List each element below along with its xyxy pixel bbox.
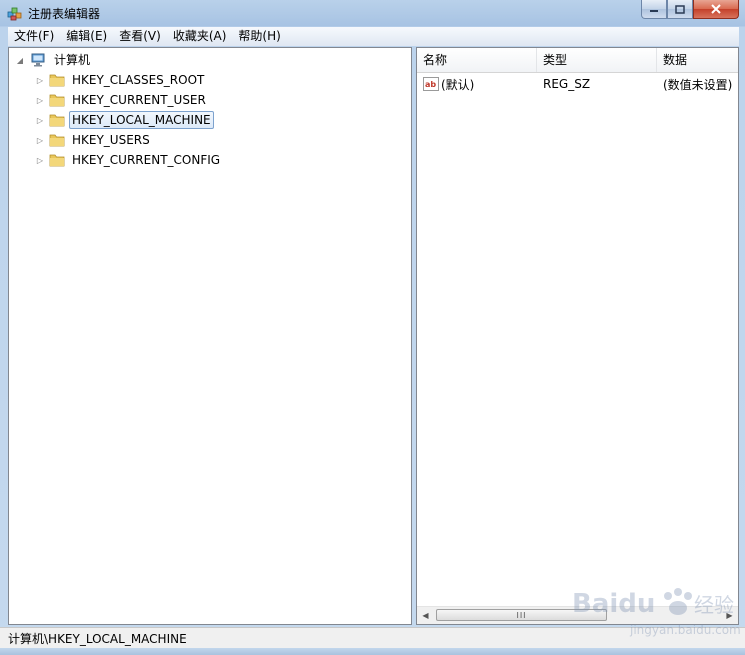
scroll-left-arrow-icon[interactable]: ◀ bbox=[417, 607, 434, 624]
value-type: REG_SZ bbox=[543, 77, 591, 91]
close-icon bbox=[711, 4, 721, 14]
tree-item[interactable]: ▷ HKEY_CLASSES_ROOT bbox=[35, 70, 207, 90]
title-bar[interactable]: 注册表编辑器 bbox=[0, 0, 745, 26]
tree-item-selected[interactable]: ▷ HKEY_LOCAL_MACHINE bbox=[35, 110, 214, 130]
value-data: (数值未设置) bbox=[663, 77, 733, 92]
menu-help[interactable]: 帮助(H) bbox=[232, 27, 286, 46]
value-name: (默认) bbox=[441, 77, 475, 92]
column-header-name[interactable]: 名称 bbox=[417, 48, 537, 72]
tree-item-label[interactable]: HKEY_USERS bbox=[69, 131, 153, 149]
expand-arrow-icon[interactable]: ▷ bbox=[35, 135, 45, 145]
registry-editor-window: 注册表编辑器 文件(F) 编辑(E) 查看(V) 收藏夹(A) 帮助(H) ◢ bbox=[0, 0, 745, 655]
column-header-type[interactable]: 类型 bbox=[537, 48, 657, 72]
folder-icon bbox=[49, 133, 65, 147]
expand-arrow-icon[interactable]: ▷ bbox=[35, 115, 45, 125]
expand-arrow-icon[interactable]: ▷ bbox=[35, 95, 45, 105]
status-path: 计算机\HKEY_LOCAL_MACHINE bbox=[8, 632, 187, 646]
collapse-arrow-icon[interactable]: ◢ bbox=[15, 55, 25, 65]
baidu-watermark: Baidu 经验 jingyan.baidu.com bbox=[570, 582, 741, 642]
caption-buttons bbox=[641, 0, 739, 20]
watermark-url: jingyan.baidu.com bbox=[629, 623, 740, 637]
window-title: 注册表编辑器 bbox=[28, 7, 101, 21]
values-pane[interactable]: 名称 类型 数据 ab (默认) REG_SZ (数值未设置) ◀ III ▶ bbox=[416, 47, 739, 625]
minimize-button[interactable] bbox=[641, 0, 667, 19]
watermark-brand: Baidu bbox=[572, 589, 655, 619]
watermark-sub: 经验 bbox=[694, 593, 734, 617]
tree-item[interactable]: ▷ HKEY_USERS bbox=[35, 130, 153, 150]
folder-icon bbox=[49, 73, 65, 87]
tree-root-label[interactable]: 计算机 bbox=[51, 51, 93, 69]
value-name-cell: ab (默认) bbox=[417, 76, 537, 93]
minimize-icon bbox=[650, 10, 658, 12]
maximize-icon bbox=[675, 4, 685, 14]
scrollbar-grip: III bbox=[516, 610, 527, 620]
menu-file[interactable]: 文件(F) bbox=[8, 27, 60, 46]
menu-favorites[interactable]: 收藏夹(A) bbox=[167, 27, 233, 46]
expand-arrow-icon[interactable]: ▷ bbox=[35, 155, 45, 165]
tree-root-row[interactable]: ◢ 计算机 bbox=[15, 50, 93, 70]
tree-item-label[interactable]: HKEY_CLASSES_ROOT bbox=[69, 71, 207, 89]
folder-icon bbox=[49, 93, 65, 107]
tree-item[interactable]: ▷ HKEY_CURRENT_USER bbox=[35, 90, 209, 110]
close-button[interactable] bbox=[693, 0, 739, 19]
expand-arrow-icon[interactable]: ▷ bbox=[35, 75, 45, 85]
folder-icon bbox=[49, 113, 65, 127]
tree-item-label[interactable]: HKEY_CURRENT_USER bbox=[69, 91, 209, 109]
svg-text:ab: ab bbox=[425, 80, 436, 89]
list-header: 名称 类型 数据 bbox=[417, 48, 738, 73]
string-value-icon: ab bbox=[423, 77, 439, 91]
menu-bar: 文件(F) 编辑(E) 查看(V) 收藏夹(A) 帮助(H) bbox=[8, 27, 739, 46]
maximize-button[interactable] bbox=[667, 0, 693, 19]
tree-item-label[interactable]: HKEY_LOCAL_MACHINE bbox=[69, 111, 214, 129]
folder-icon bbox=[49, 153, 65, 167]
list-item[interactable]: ab (默认) REG_SZ (数值未设置) bbox=[417, 74, 738, 94]
column-header-data[interactable]: 数据 bbox=[657, 48, 738, 72]
window-bottom-frame bbox=[0, 648, 745, 655]
computer-icon bbox=[29, 53, 47, 67]
tree-pane[interactable]: ◢ 计算机 ▷ HKEY_CLASSES_ROOT ▷ HKEY_CURRENT… bbox=[8, 47, 412, 625]
menu-view[interactable]: 查看(V) bbox=[113, 27, 167, 46]
tree-item[interactable]: ▷ HKEY_CURRENT_CONFIG bbox=[35, 150, 223, 170]
menu-edit[interactable]: 编辑(E) bbox=[60, 27, 113, 46]
tree-item-label[interactable]: HKEY_CURRENT_CONFIG bbox=[69, 151, 223, 169]
registry-editor-icon bbox=[6, 4, 24, 22]
